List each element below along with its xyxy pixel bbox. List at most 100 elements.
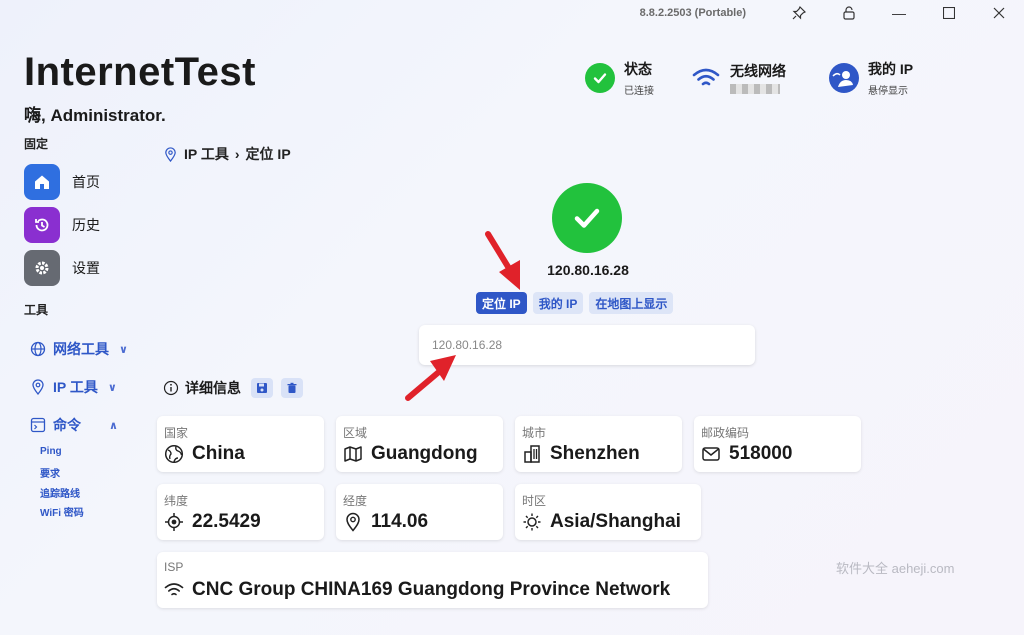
- details-header: 详细信息: [163, 378, 303, 398]
- command-item-wifi-password[interactable]: WiFi 密码: [40, 504, 84, 519]
- timezone-card: 时区 Asia/Shanghai: [515, 484, 701, 540]
- region-value: Guangdong: [371, 443, 478, 464]
- sun-icon: [523, 513, 541, 531]
- connection-status: 状态 已连接: [585, 59, 691, 97]
- breadcrumb-section[interactable]: IP 工具: [184, 144, 229, 164]
- latitude-value: 22.5429: [192, 511, 261, 532]
- sidebar-item-label: 网络工具: [53, 341, 109, 357]
- command-item-request[interactable]: 要求: [40, 465, 60, 480]
- map-icon: [344, 446, 362, 462]
- gear-icon: [24, 250, 60, 286]
- version-label: 8.8.2.2503 (Portable): [639, 7, 746, 19]
- network-name-masked: [730, 84, 780, 95]
- my-ip-hover-hint: 悬停显示: [868, 86, 908, 97]
- location-pin-icon: [165, 146, 176, 162]
- success-check-icon: [552, 183, 622, 253]
- command-icon: [30, 417, 46, 433]
- close-icon: [993, 7, 1005, 19]
- zip-value: 518000: [729, 443, 793, 464]
- tools-section-label: 工具: [24, 303, 49, 317]
- region-key: 区域: [343, 426, 368, 440]
- sidebar-item-label: IP 工具: [53, 379, 98, 395]
- country-card: 国家 China: [157, 416, 324, 472]
- trash-icon: [287, 382, 297, 393]
- check-icon: [585, 63, 615, 93]
- history-icon: [24, 207, 60, 243]
- sidebar-item-label: 历史: [72, 217, 100, 233]
- chevron-up-icon: ∧: [109, 419, 118, 432]
- wifi-icon: [691, 63, 721, 93]
- globe-icon: [30, 341, 46, 357]
- app-title: InternetTest: [24, 50, 256, 94]
- pin-icon: [792, 6, 806, 20]
- located-ip: 120.80.16.28: [547, 262, 629, 278]
- minimize-icon: —: [892, 5, 906, 21]
- city-value: Shenzhen: [550, 443, 640, 464]
- zip-card: 邮政编码 518000: [694, 416, 861, 472]
- country-key: 国家: [164, 426, 189, 440]
- home-icon: [24, 164, 60, 200]
- ip-input[interactable]: [419, 325, 755, 365]
- isp-card: ISP CNC Group CHINA169 Guangdong Provinc…: [157, 552, 708, 608]
- tab-show-on-map[interactable]: 在地图上显示: [589, 292, 674, 314]
- lock-icon: [843, 6, 855, 20]
- pin-button[interactable]: [774, 0, 824, 26]
- sidebar-item-home[interactable]: 首页: [24, 164, 100, 200]
- city-card: 城市 Shenzhen: [515, 416, 682, 472]
- save-icon: [257, 383, 267, 393]
- globe-user-icon: [829, 63, 859, 93]
- sidebar-item-commands[interactable]: 命令 ∧: [30, 415, 118, 435]
- sidebar-item-label: 命令: [53, 417, 81, 433]
- timezone-key: 时区: [522, 494, 547, 508]
- sidebar-item-network-tools[interactable]: 网络工具 ∨: [30, 339, 128, 359]
- breadcrumb-page: 定位 IP: [245, 146, 291, 162]
- sidebar-item-history[interactable]: 历史: [24, 207, 100, 243]
- greeting: 嗨, Administrator.: [24, 106, 166, 125]
- close-button[interactable]: [974, 0, 1024, 26]
- title-bar: 8.8.2.2503 (Portable) —: [640, 0, 1024, 26]
- command-item-traceroute[interactable]: 追踪路线: [40, 485, 80, 500]
- breadcrumb-separator: ›: [234, 146, 240, 162]
- pinned-section-label: 固定: [24, 137, 49, 151]
- maximize-button[interactable]: [924, 0, 974, 26]
- maximize-icon: [943, 7, 955, 19]
- crosshair-icon: [165, 513, 183, 531]
- watermark: 软件大全 aeheji.com: [836, 561, 955, 576]
- sidebar-item-label: 首页: [72, 174, 100, 190]
- longitude-key: 经度: [343, 494, 368, 508]
- zip-key: 邮政编码: [701, 426, 750, 440]
- wifi-icon: [164, 583, 184, 596]
- longitude-value: 114.06: [371, 511, 429, 532]
- wireless-network-status: 无线网络: [691, 59, 829, 97]
- location-pin-icon: [32, 379, 44, 395]
- latitude-card: 纬度 22.5429: [157, 484, 324, 540]
- breadcrumb: IP 工具 › 定位 IP: [163, 144, 291, 164]
- sidebar-item-label: 设置: [72, 260, 100, 276]
- longitude-card: 经度 114.06: [336, 484, 503, 540]
- isp-value: CNC Group CHINA169 Guangdong Province Ne…: [192, 579, 671, 600]
- my-ip-label: 我的 IP: [868, 61, 914, 77]
- status-bar: 状态 已连接 无线网络 我的 IP 悬停显示: [585, 59, 913, 97]
- sidebar-item-ip-tools[interactable]: IP 工具 ∨: [30, 377, 117, 397]
- annotation-arrow-icon: [485, 231, 520, 290]
- lock-button[interactable]: [824, 0, 874, 26]
- minimize-button[interactable]: —: [874, 0, 924, 26]
- tab-my-ip[interactable]: 我的 IP: [532, 292, 584, 314]
- details-label: 详细信息: [185, 380, 241, 396]
- city-key: 城市: [522, 426, 547, 440]
- delete-button[interactable]: [281, 378, 303, 398]
- timezone-value: Asia/Shanghai: [550, 511, 681, 532]
- sidebar-item-settings[interactable]: 设置: [24, 250, 100, 286]
- region-card: 区域 Guangdong: [336, 416, 503, 472]
- globe-icon: [164, 444, 184, 464]
- my-ip-status[interactable]: 我的 IP 悬停显示: [829, 59, 913, 97]
- building-icon: [524, 445, 540, 463]
- mail-icon: [702, 447, 720, 461]
- status-value: 已连接: [624, 86, 654, 97]
- command-item-ping[interactable]: Ping: [40, 446, 62, 457]
- chevron-down-icon: ∨: [119, 343, 128, 356]
- save-button[interactable]: [251, 378, 273, 398]
- info-icon: [163, 380, 179, 396]
- chevron-down-icon: ∨: [107, 381, 117, 394]
- latitude-key: 纬度: [164, 494, 189, 508]
